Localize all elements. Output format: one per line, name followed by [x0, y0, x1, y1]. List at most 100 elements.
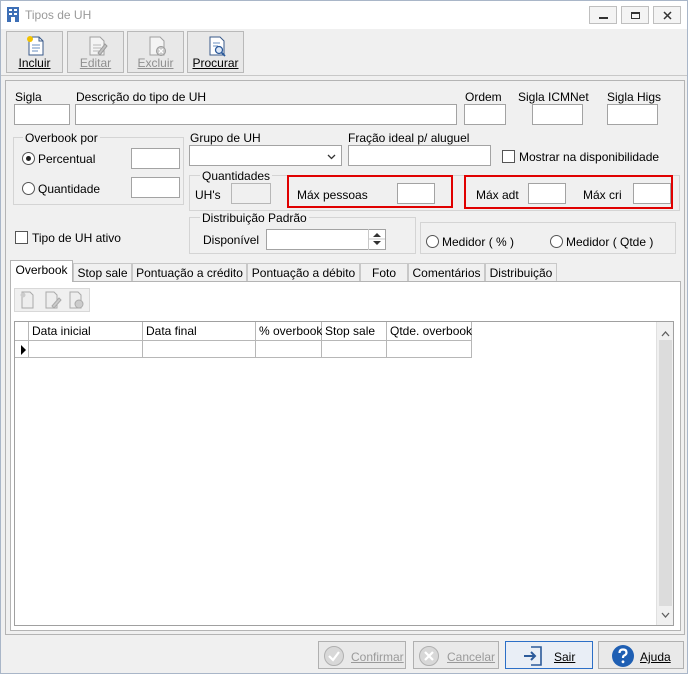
grupo-uh-select[interactable] — [189, 145, 342, 166]
max-pessoas-label: Máx pessoas — [297, 188, 368, 202]
minimize-icon — [598, 16, 608, 19]
sigla-input[interactable] — [14, 104, 70, 125]
minimize-button[interactable] — [589, 6, 617, 24]
tab-label: Comentários — [412, 266, 481, 280]
max-pessoas-input[interactable] — [397, 183, 435, 204]
grid-add-icon[interactable] — [18, 291, 38, 312]
grupo-uh-label: Grupo de UH — [190, 131, 261, 145]
sigla-higs-input[interactable] — [607, 104, 658, 125]
tab-label: Overbook — [15, 263, 68, 277]
maximize-button[interactable] — [621, 6, 649, 24]
confirmar-button[interactable]: Confirmar — [318, 641, 406, 669]
sair-label: Sair — [554, 650, 576, 664]
close-icon — [662, 10, 672, 20]
window-title: Tipos de UH — [25, 8, 92, 22]
column-header[interactable]: % overbook — [256, 322, 322, 341]
tab-pontuacao-debito[interactable]: Pontuação a débito — [247, 263, 360, 281]
ajuda-button[interactable]: Ajuda — [598, 641, 684, 669]
percentual-label: Percentual — [38, 152, 96, 166]
sigla-icmnet-label: Sigla ICMNet — [518, 90, 589, 104]
tab-overbook[interactable]: Overbook — [10, 260, 73, 282]
scroll-up-icon[interactable] — [661, 326, 670, 340]
column-header[interactable]: Stop sale — [322, 322, 387, 341]
title-bar: Tipos de UH — [1, 1, 687, 29]
delete-document-icon — [149, 36, 166, 56]
excluir-button[interactable]: Excluir — [127, 31, 184, 73]
ajuda-label: Ajuda — [640, 650, 671, 664]
table-cell[interactable] — [29, 341, 143, 358]
grid-edit-icon[interactable] — [42, 291, 62, 312]
close-button[interactable] — [653, 6, 681, 24]
grid-delete-icon[interactable] — [66, 291, 86, 312]
ordem-input[interactable] — [464, 104, 506, 125]
column-header[interactable]: Data final — [143, 322, 256, 341]
quantidade-label: Quantidade — [38, 182, 101, 196]
scroll-down-icon[interactable] — [661, 607, 670, 621]
tipos-de-uh-window: Tipos de UH Incluir Editar Excluir Procu… — [0, 0, 688, 674]
tab-foto[interactable]: Foto — [360, 263, 408, 281]
tab-label: Foto — [371, 266, 396, 280]
fracao-input[interactable] — [348, 145, 491, 166]
disponivel-stepper[interactable] — [368, 229, 385, 250]
search-document-icon — [209, 36, 226, 57]
edit-document-icon — [89, 36, 108, 56]
percentual-radio[interactable] — [22, 152, 35, 165]
disponivel-label: Disponível — [203, 233, 260, 247]
tab-pontuacao-credito[interactable]: Pontuação a crédito — [132, 263, 247, 281]
distribuicao-padrao-label: Distribuição Padrão — [200, 211, 309, 225]
scroll-thumb[interactable] — [659, 340, 672, 606]
sigla-higs-label: Sigla Higs — [607, 90, 662, 104]
restore-icon — [630, 11, 640, 19]
tab-label: Stop sale — [77, 266, 128, 280]
cancelar-button[interactable]: Cancelar — [413, 641, 499, 669]
max-cri-input[interactable] — [633, 183, 671, 204]
table-cell[interactable] — [143, 341, 256, 358]
confirmar-label: Confirmar — [351, 650, 404, 664]
tipo-uh-ativo-checkbox[interactable] — [15, 231, 28, 244]
percentual-input[interactable] — [131, 148, 180, 169]
tab-label: Distribuição — [489, 266, 553, 280]
table-cell[interactable] — [322, 341, 387, 358]
incluir-label: Incluir — [18, 56, 51, 70]
table-cell[interactable] — [387, 341, 472, 358]
max-adt-input[interactable] — [528, 183, 566, 204]
sigla-label: Sigla — [15, 90, 42, 104]
quantidade-input[interactable] — [131, 177, 180, 198]
cancelar-label: Cancelar — [447, 650, 496, 664]
medidor-pct-radio[interactable] — [426, 235, 439, 248]
tab-label: Pontuação a crédito — [136, 266, 243, 280]
editar-button[interactable]: Editar — [67, 31, 124, 73]
tab-stop-sale[interactable]: Stop sale — [73, 263, 132, 281]
column-header[interactable]: Qtde. overbook — [387, 322, 472, 341]
incluir-button[interactable]: Incluir — [6, 31, 63, 73]
exit-door-icon — [524, 646, 542, 666]
max-adt-label: Máx adt — [476, 188, 519, 202]
overbook-grid[interactable]: Data inicial Data final % overbook Stop … — [14, 321, 674, 626]
overbook-por-label: Overbook por — [23, 131, 100, 145]
sigla-icmnet-input[interactable] — [532, 104, 583, 125]
row-header-corner — [15, 322, 29, 341]
table-cell[interactable] — [256, 341, 322, 358]
mostrar-disponibilidade-checkbox[interactable] — [502, 150, 515, 163]
chevron-down-icon — [327, 150, 336, 164]
fracao-label: Fração ideal p/ aluguel — [348, 131, 470, 145]
tab-distribuicao[interactable]: Distribuição — [485, 263, 557, 281]
hotel-icon — [7, 7, 19, 25]
quantidades-label: Quantidades — [200, 169, 273, 183]
quantidade-radio[interactable] — [22, 182, 35, 195]
cancel-circle-icon — [419, 646, 439, 666]
editar-label: Editar — [79, 56, 112, 70]
medidor-qtde-label: Medidor ( Qtde ) — [566, 235, 654, 249]
procurar-button[interactable]: Procurar — [187, 31, 244, 73]
toolbar-divider — [1, 75, 687, 76]
tab-comentarios[interactable]: Comentários — [408, 263, 485, 281]
column-header[interactable]: Data inicial — [29, 322, 143, 341]
medidor-qtde-radio[interactable] — [550, 235, 563, 248]
descricao-label: Descrição do tipo de UH — [76, 90, 207, 104]
grid-vertical-scrollbar[interactable] — [656, 322, 673, 625]
procurar-label: Procurar — [192, 56, 239, 70]
descricao-input[interactable] — [75, 104, 457, 125]
mostrar-disponibilidade-label: Mostrar na disponibilidade — [519, 150, 660, 164]
tipo-uh-ativo-label: Tipo de UH ativo — [32, 231, 121, 245]
sair-button[interactable]: Sair — [505, 641, 593, 669]
